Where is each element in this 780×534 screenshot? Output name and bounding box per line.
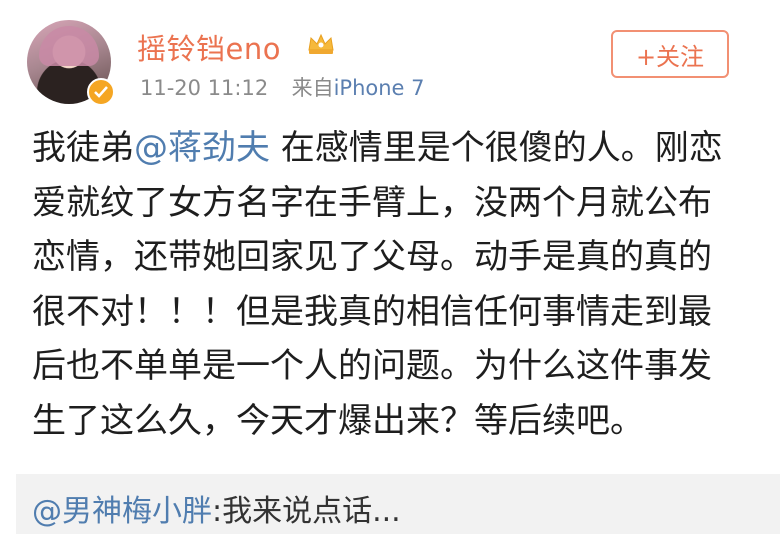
post-text-part2: 在感情里是个很傻的人。刚恋爱就纹了女方名字在手臂上，没两个月就公布恋情，还带她回… [32,128,723,441]
verified-badge-icon [87,78,115,106]
post-meta: 11-20 11:12 来自iPhone 7 [140,72,425,102]
check-icon [94,86,108,98]
source-prefix: 来自 [291,76,334,100]
repost-area[interactable]: @男神梅小胖:我来说点话... [16,474,780,534]
avatar[interactable] [27,20,115,106]
post-mention-link[interactable]: @蒋劲夫 [134,128,270,168]
username[interactable]: 摇铃铛eno [137,26,281,68]
source-device[interactable]: iPhone 7 [334,76,425,100]
follow-button[interactable]: +关注 [611,30,729,78]
post-time[interactable]: 11-20 11:12 [140,76,268,100]
crown-icon[interactable] [306,32,336,56]
repost-mention-link[interactable]: @男神梅小胖 [32,494,212,529]
repost-text: @男神梅小胖:我来说点话... [32,486,401,530]
avatar-hair-shape [39,26,99,66]
post-text: 我徒弟@蒋劲夫 在感情里是个很傻的人。刚恋爱就纹了女方名字在手臂上，没两个月就公… [32,121,742,448]
weibo-post-card: 摇铃铛eno 11-20 11:12 来自iPhone 7 +关注 我徒弟@蒋劲… [0,0,780,534]
post-text-part1: 我徒弟 [32,128,134,168]
repost-content: :我来说点话... [212,494,401,529]
